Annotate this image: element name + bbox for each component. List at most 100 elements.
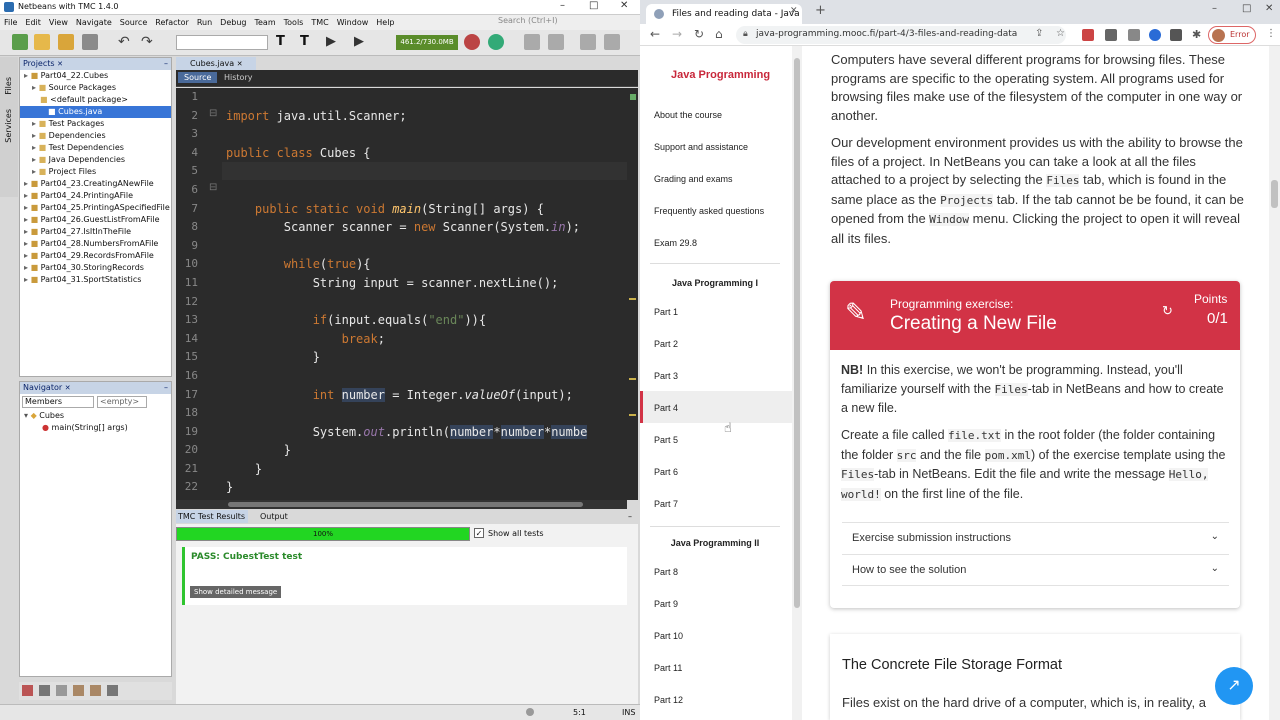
tmc-toolbar-icon[interactable] (524, 34, 540, 50)
files-side-tab[interactable]: Files (4, 77, 13, 95)
bookmark-star-icon[interactable]: ☆ (1056, 28, 1065, 39)
project-tree-item[interactable]: Source Packages (49, 83, 116, 92)
minimize-icon[interactable]: – (560, 0, 565, 11)
save-all-icon[interactable] (82, 34, 98, 50)
sidebar-part-link[interactable]: Part 10 (654, 631, 683, 641)
notification-icon[interactable] (526, 708, 534, 716)
project-tree-item[interactable]: Dependencies (49, 131, 106, 140)
fold-icon[interactable]: ⊟ (209, 108, 217, 119)
output-tab[interactable]: Output (260, 510, 288, 523)
tmc-toolbar-icon[interactable] (548, 34, 564, 50)
projects-tab[interactable]: Projects ✕ – (20, 58, 171, 70)
sidebar-link[interactable]: Grading and exams (654, 174, 733, 184)
show-all-tests-checkbox[interactable]: ✓ (474, 528, 484, 538)
sidebar-part-link[interactable]: Part 9 (654, 599, 678, 609)
project-tree-item[interactable]: Part04_23.CreatingANewFile (41, 179, 154, 188)
project-tree-item[interactable]: Part04_28.NumbersFromAFile (41, 239, 159, 248)
menu-item[interactable]: Tools (284, 18, 304, 27)
sidebar-scrollbar[interactable] (792, 46, 802, 720)
show-detailed-message-button[interactable]: Show detailed message (190, 586, 282, 598)
tmc-submit-icon[interactable] (488, 34, 504, 50)
project-tree-item[interactable]: Part04_22.Cubes (41, 71, 109, 80)
sidebar-link[interactable]: Support and assistance (654, 142, 748, 152)
new-file-icon[interactable] (34, 34, 50, 50)
project-tree-item[interactable]: Part04_26.GuestListFromAFile (41, 215, 160, 224)
sidebar-link[interactable]: Frequently asked questions (654, 206, 764, 216)
solution-accordion[interactable]: How to see the solution ⌄ (842, 554, 1229, 586)
menu-item[interactable]: File (4, 18, 17, 27)
project-tree-item[interactable]: Part04_27.IsItInTheFile (41, 227, 131, 236)
menu-item[interactable]: Source (120, 18, 147, 27)
reload-icon[interactable]: ↻ (694, 27, 704, 41)
minimize-panel-icon[interactable]: – (628, 510, 632, 523)
project-tree-item[interactable]: Project Files (49, 167, 96, 176)
open-project-icon[interactable] (58, 34, 74, 50)
horizontal-scrollbar[interactable] (176, 500, 627, 509)
tmc-run-tests-icon[interactable] (464, 34, 480, 50)
share-icon[interactable]: ⇪ (1035, 28, 1043, 39)
ide-search-input[interactable]: Search (Ctrl+I) (498, 16, 558, 25)
extensions-puzzle-icon[interactable]: ✱ (1192, 28, 1201, 41)
menu-item[interactable]: Edit (25, 18, 41, 27)
maximize-icon[interactable]: □ (589, 0, 598, 11)
menu-item[interactable]: Help (376, 18, 394, 27)
page-scrollbar[interactable] (1269, 46, 1280, 720)
menu-kebab-icon[interactable]: ⋮ (1266, 28, 1276, 39)
sidebar-part-link[interactable]: Part 2 (654, 339, 678, 349)
menu-item[interactable]: Refactor (155, 18, 189, 27)
menu-item[interactable]: Navigate (76, 18, 112, 27)
menu-item[interactable]: TMC (311, 18, 328, 27)
nav-class-item[interactable]: Cubes (39, 411, 64, 420)
refresh-icon[interactable]: ↻ (1162, 303, 1173, 319)
redo-icon[interactable]: ↷ (141, 34, 157, 50)
tmc-toolbar-icon[interactable] (90, 685, 101, 696)
extension-icon[interactable] (1170, 29, 1182, 41)
history-tab[interactable]: History (220, 72, 256, 83)
sidebar-part-link[interactable]: Part 8 (654, 567, 678, 577)
back-icon[interactable]: ← (650, 27, 660, 41)
undo-icon[interactable]: ↶ (118, 34, 134, 50)
project-tree-item[interactable]: Cubes.java (58, 107, 102, 116)
project-tree-item[interactable]: Part04_25.PrintingASpecifiedFile (41, 203, 170, 212)
stats-fab-icon[interactable]: ↗ (1215, 667, 1253, 705)
nav-method-item[interactable]: main(String[] args) (52, 423, 128, 432)
tmc-toolbar-icon[interactable] (39, 685, 50, 696)
tmc-toolbar-icon[interactable] (56, 685, 67, 696)
sidebar-part-link[interactable]: Part 12 (654, 695, 683, 705)
sidebar-part-link[interactable]: Part 7 (654, 499, 678, 509)
home-icon[interactable]: ⌂ (715, 27, 723, 41)
sidebar-part-link[interactable]: Part 1 (654, 307, 678, 317)
menu-item[interactable]: Debug (220, 18, 246, 27)
tmc-toolbar-icon[interactable] (580, 34, 596, 50)
forward-icon[interactable]: → (672, 27, 682, 41)
submission-instructions-accordion[interactable]: Exercise submission instructions ⌄ (842, 522, 1229, 554)
services-side-tab[interactable]: Services (4, 109, 13, 143)
sidebar-link[interactable]: Exam 29.8 (654, 238, 697, 248)
clean-build-icon[interactable]: T (300, 34, 316, 50)
run-icon[interactable]: ▶ (326, 34, 342, 50)
project-tree-item[interactable]: Part04_29.RecordsFromAFile (41, 251, 154, 260)
config-select[interactable] (176, 35, 268, 50)
build-icon[interactable]: T (276, 34, 292, 50)
tab-close-icon[interactable]: ✕ (790, 6, 798, 16)
extension-icon[interactable] (1082, 29, 1094, 41)
close-icon[interactable]: ✕ (1265, 3, 1273, 14)
project-tree-item[interactable]: Part04_24.PrintingAFile (41, 191, 133, 200)
project-tree-item[interactable]: Java Dependencies (49, 155, 125, 164)
extension-icon[interactable] (1128, 29, 1140, 41)
url-input[interactable]: 🔒︎ java-programming.mooc.fi/part-4/3-fil… (736, 26, 1066, 44)
profile-error-button[interactable]: Error (1208, 26, 1256, 44)
source-tab[interactable]: Source (178, 72, 218, 83)
project-tree-item[interactable]: <default package> (50, 95, 128, 104)
sidebar-part-link[interactable]: Part 3 (654, 371, 678, 381)
tmc-toolbar-icon[interactable] (107, 685, 118, 696)
sidebar-part-link[interactable]: Part 5 (654, 435, 678, 445)
project-tree-item[interactable]: Part04_31.SportStatistics (41, 275, 142, 284)
project-tree-item[interactable]: Part04_30.StoringRecords (41, 263, 144, 272)
minimize-icon[interactable]: – (1212, 3, 1217, 14)
fold-icon[interactable]: ⊟ (209, 182, 217, 193)
sidebar-part-link[interactable]: Part 11 (654, 663, 682, 673)
new-project-icon[interactable] (12, 34, 28, 50)
editor-tab-cubes[interactable]: Cubes.java ✕ (176, 57, 256, 70)
tmc-toolbar-icon[interactable] (73, 685, 84, 696)
